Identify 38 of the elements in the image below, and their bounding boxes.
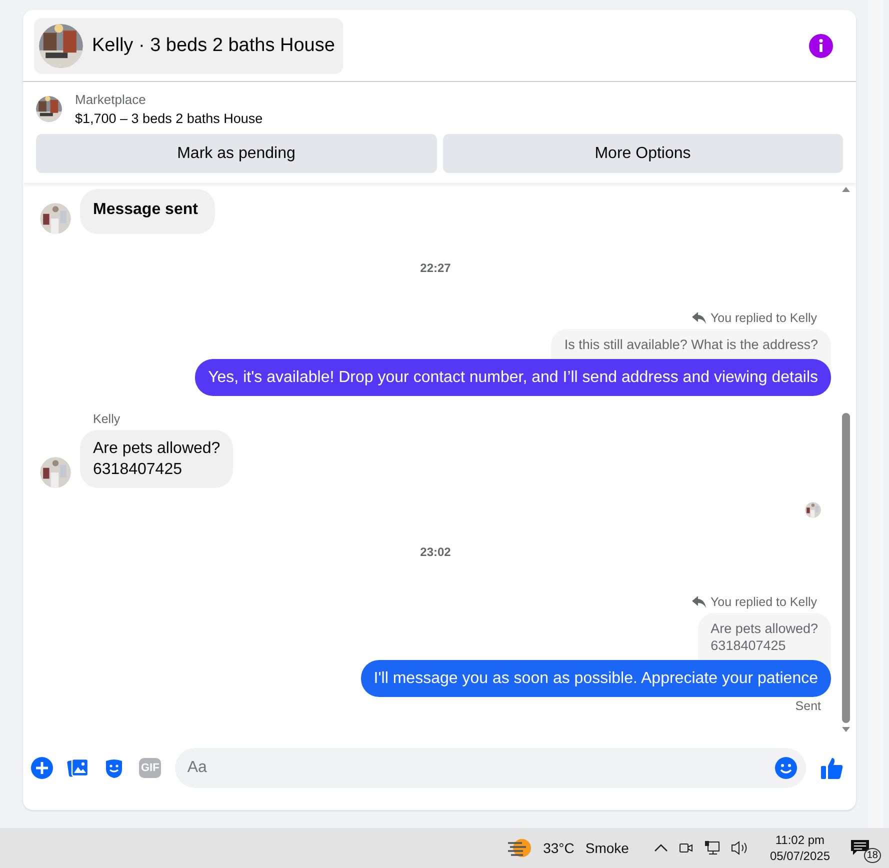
temperature: 33°C xyxy=(543,840,574,856)
action-button[interactable]: Mark as pending xyxy=(36,134,436,173)
timestamp: 23:02 xyxy=(419,545,452,559)
action-button[interactable]: More Options xyxy=(442,134,843,173)
message-bubble: Message sent xyxy=(80,189,215,234)
listing-source: Marketplace xyxy=(75,92,147,107)
network-icon[interactable] xyxy=(704,840,720,856)
message-bubble: I'll message you as soon as possible. Appreciate your patience xyxy=(360,660,831,697)
timestamp: 22:27 xyxy=(419,261,452,275)
message-bubble: Are pets allowed? 6318407425 xyxy=(80,430,234,488)
weather-condition: Smoke xyxy=(585,840,629,856)
sender-name: Kelly xyxy=(93,412,122,426)
plus-icon[interactable] xyxy=(31,757,53,779)
weather-icon[interactable] xyxy=(508,838,532,858)
chevron-up-icon[interactable] xyxy=(654,844,668,852)
clock-date[interactable]: 05/07/2025 xyxy=(770,848,830,864)
reply-label: You replied to Kelly xyxy=(710,595,817,609)
info-icon[interactable] xyxy=(809,34,833,58)
volume-icon[interactable] xyxy=(730,840,749,856)
reply-icon xyxy=(692,596,706,608)
scroll-up-icon[interactable] xyxy=(842,187,850,192)
image-icon[interactable] xyxy=(67,757,89,779)
listing-title[interactable]: $1,700 – 3 beds 2 baths House xyxy=(75,111,263,126)
message-field[interactable]: Aa xyxy=(175,748,806,788)
clock-time[interactable]: 11:02 pm xyxy=(775,832,825,848)
scroll-down-icon[interactable] xyxy=(842,727,850,732)
emoji-icon[interactable] xyxy=(775,757,797,779)
reply-label: You replied to Kelly xyxy=(710,311,817,325)
notification-button[interactable]: 18 xyxy=(851,833,881,863)
message-bubble: Yes, it's available! Drop your contact number, and I’ll send address and viewing details xyxy=(195,359,831,396)
conversation-header[interactable]: Kelly · 3 beds 2 baths House xyxy=(34,18,343,74)
conversation-title: Kelly · 3 beds 2 baths House xyxy=(92,34,335,56)
like-icon[interactable] xyxy=(820,756,844,780)
reply-icon xyxy=(692,312,706,324)
notification-count: 18 xyxy=(864,848,881,863)
message-icon xyxy=(851,840,869,856)
delivery-status: Sent xyxy=(794,699,821,713)
sticker-icon[interactable] xyxy=(103,757,125,779)
